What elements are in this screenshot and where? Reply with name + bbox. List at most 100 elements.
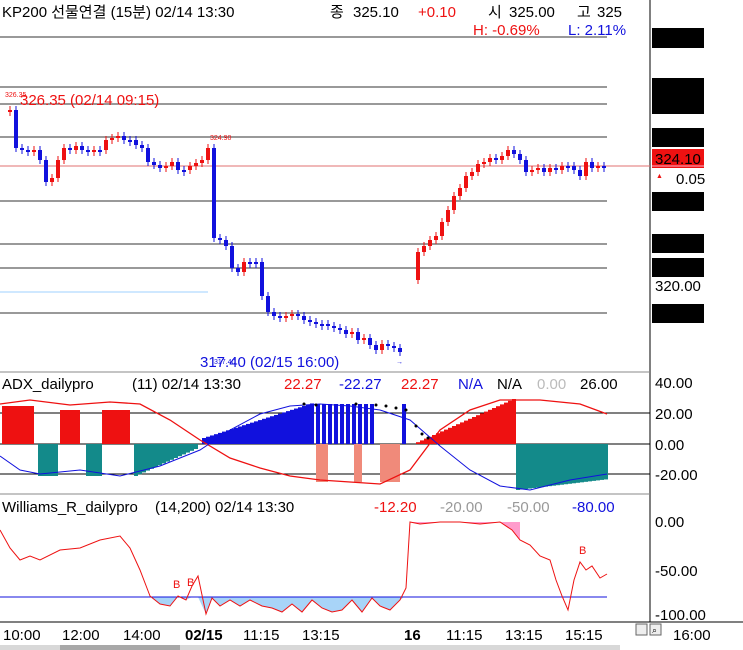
candle-body — [62, 148, 66, 160]
candle-body — [80, 146, 84, 150]
adx-bar — [10, 406, 14, 444]
candle-body — [482, 162, 486, 164]
adx-bar — [384, 444, 388, 482]
candle-body — [350, 332, 354, 334]
zoom-out-button[interactable] — [635, 623, 648, 636]
adx-bar — [250, 422, 254, 444]
candle-body — [152, 162, 156, 165]
adx-bar — [524, 444, 528, 490]
adx-bar — [568, 444, 572, 484]
adx-bar — [150, 444, 154, 469]
candle-body — [188, 166, 192, 170]
adx-bar — [520, 444, 524, 490]
adx-bar — [60, 410, 64, 444]
scrollbar-thumb[interactable] — [60, 645, 180, 650]
y-label-320-60: 320.60 — [655, 260, 701, 277]
adx-bar — [322, 404, 326, 444]
adx-bar — [146, 444, 150, 471]
buy-marker-3: B — [579, 545, 586, 557]
candle-body — [308, 320, 312, 322]
y-label-322-90: 322.90 — [655, 194, 701, 211]
candle-body — [20, 148, 24, 150]
y-label-current: 324.10 — [655, 151, 701, 168]
x-label-1115b: 11:15 — [446, 627, 482, 644]
high-value: 325 — [597, 4, 622, 21]
candle-body — [452, 196, 456, 210]
adx-dot — [414, 424, 418, 428]
candle-body — [212, 148, 216, 238]
adx-bar — [42, 444, 46, 476]
adx-bar — [504, 402, 508, 444]
adx-bar — [190, 444, 194, 451]
candle-body — [32, 150, 36, 152]
candle-body — [488, 158, 492, 162]
adx-bar — [298, 407, 302, 444]
adx-bar — [444, 429, 448, 444]
candle-body — [314, 322, 318, 324]
buy-marker-1: B — [173, 579, 180, 591]
candle-body — [98, 150, 102, 152]
adx-bar — [142, 444, 146, 473]
candle-body — [536, 168, 540, 170]
adx-dot — [394, 406, 398, 410]
candle-body — [374, 345, 378, 350]
magnify-icon: ⌕ — [652, 626, 657, 636]
candle-body — [500, 156, 504, 160]
candle-body — [422, 246, 426, 252]
adx-bar — [186, 444, 190, 453]
x-label-0215: 02/15 — [185, 627, 223, 644]
candle-body — [290, 314, 294, 316]
adx-bar — [560, 444, 564, 485]
candle-body — [416, 252, 420, 280]
adx-bar — [352, 404, 356, 444]
adx-bar — [488, 409, 492, 444]
x-label-1515: 15:15 — [565, 627, 603, 644]
adx-bar — [38, 444, 42, 476]
candle-body — [110, 138, 114, 140]
close-value: 325.10 — [353, 4, 399, 21]
candle-body — [158, 165, 162, 168]
candle-body — [434, 236, 438, 240]
candle-body — [8, 110, 12, 112]
adx-value-4: N/A — [458, 376, 483, 393]
adx-bar — [122, 410, 126, 444]
adx-bar — [424, 438, 428, 444]
adx-params: (11) 02/14 13:30 — [132, 376, 241, 393]
adx-bar — [218, 432, 222, 444]
candle-body — [380, 344, 384, 350]
symbol-title: KP200 선물연결 (15분) 02/14 13:30 — [2, 4, 234, 21]
candle-body — [50, 178, 54, 182]
adx-bar — [354, 444, 358, 482]
adx-bar — [302, 406, 306, 444]
adx-bar — [324, 444, 328, 482]
adx-bar — [246, 423, 250, 444]
adx-bar — [516, 444, 520, 490]
candle-body — [134, 140, 138, 145]
candle-body — [182, 170, 186, 172]
candle-body — [248, 262, 252, 264]
candle-body — [428, 240, 432, 246]
adx-bar — [588, 444, 592, 482]
adx-bar — [14, 406, 18, 444]
adx-bar — [154, 444, 158, 467]
adx-bar — [294, 408, 298, 444]
high-annotation: 326.35 (02/14 09:15) — [20, 92, 159, 109]
williams-y-label-neg100: -100.00 — [655, 607, 706, 624]
chart-canvas[interactable]: 326.35 326.35 (02/14 09:15) 324.90 317.4… — [0, 0, 743, 650]
candle-body — [44, 160, 48, 182]
adx-dot — [404, 408, 408, 412]
adx-bar — [106, 410, 110, 444]
adx-bar — [2, 406, 6, 444]
adx-bar — [258, 420, 262, 444]
adx-value-3: 22.27 — [401, 376, 439, 393]
adx-value-7: 26.00 — [580, 376, 618, 393]
candle-body — [326, 324, 330, 326]
adx-bar — [364, 404, 368, 444]
adx-bar — [496, 406, 500, 444]
adx-bar — [230, 429, 234, 444]
candle-body — [530, 170, 534, 172]
candle-body — [242, 262, 246, 272]
y-label-320-00: 320.00 — [655, 278, 701, 295]
candle-body — [254, 262, 258, 264]
candle-body — [560, 166, 564, 170]
